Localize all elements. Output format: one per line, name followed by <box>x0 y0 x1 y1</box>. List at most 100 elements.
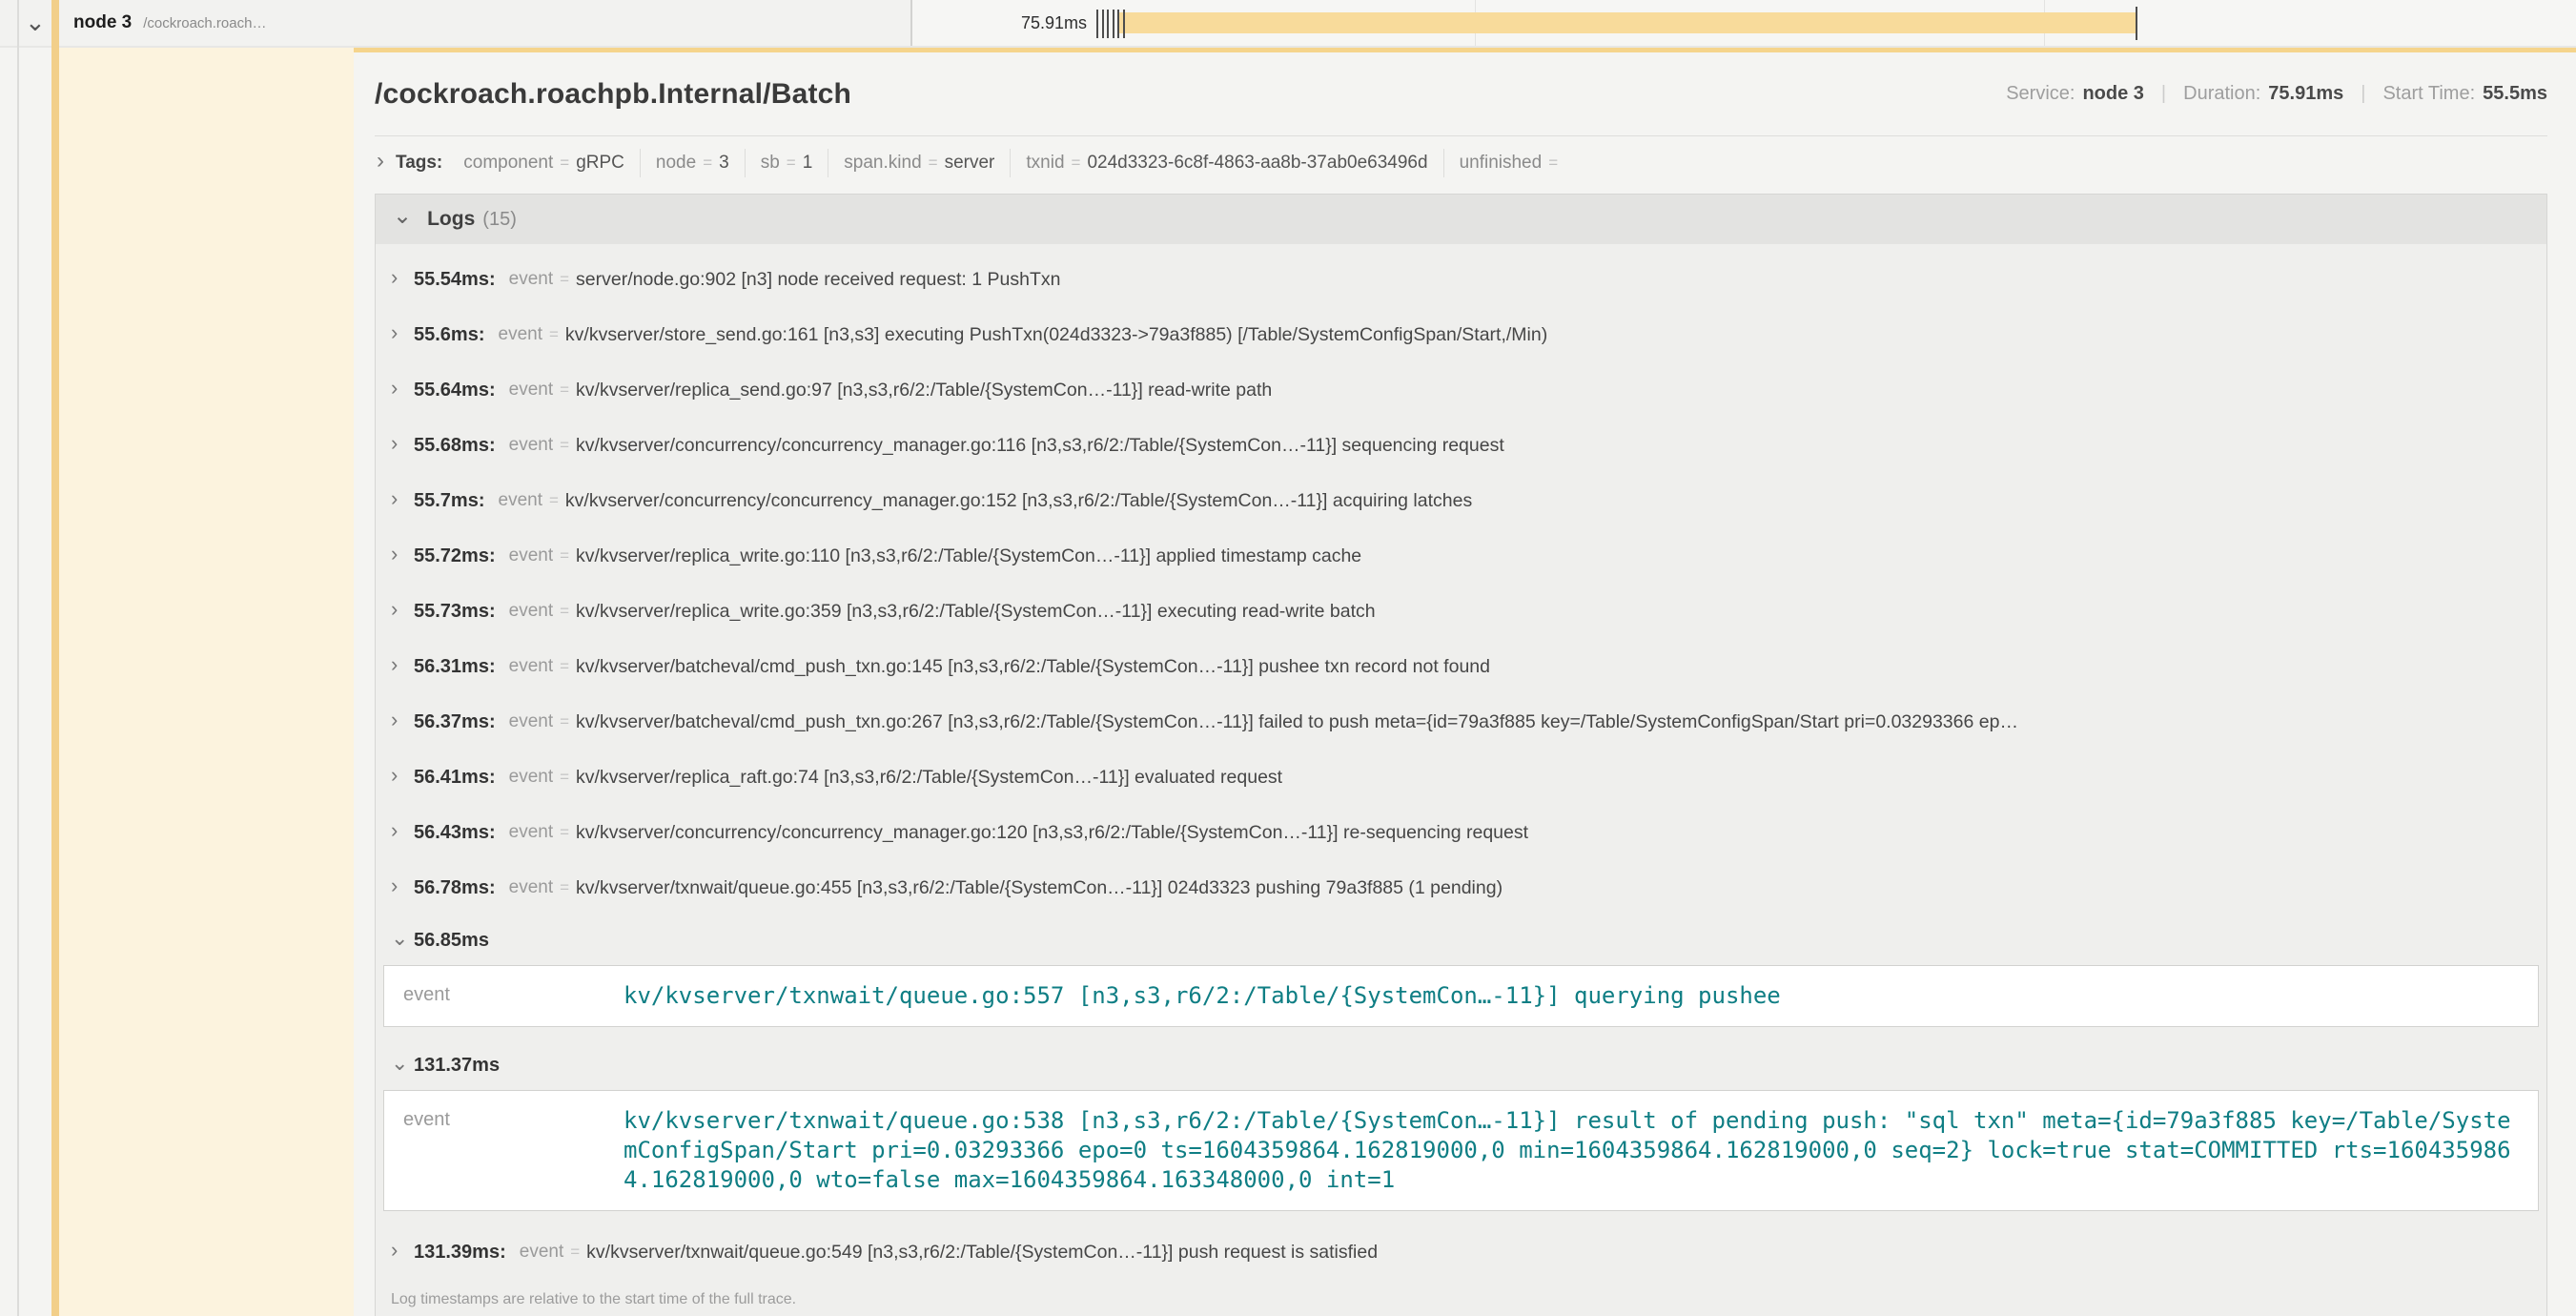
log-keyvalue-table: eventkv/kvserver/txnwait/queue.go:538 [n… <box>383 1090 2539 1211</box>
log-timestamp: 55.64ms: <box>414 380 496 401</box>
log-equals: = <box>549 491 559 510</box>
tree-indent-guide <box>17 0 19 1316</box>
tag-item[interactable]: node=3 <box>641 149 746 177</box>
log-field-key: event <box>499 490 542 511</box>
start-time-value: 55.5ms <box>2483 83 2547 105</box>
tags-label: Tags: <box>396 153 442 174</box>
log-row-expanded-header[interactable]: ⌄56.85ms <box>376 915 2546 965</box>
tag-equals: = <box>1072 154 1081 173</box>
tag-key: node <box>656 153 696 174</box>
log-row[interactable]: ›56.31ms:event=kv/kvserver/batcheval/cmd… <box>376 639 2546 694</box>
log-row[interactable]: ›56.41ms:event=kv/kvserver/replica_raft.… <box>376 750 2546 805</box>
log-field-value: server/node.go:902 [n3] node received re… <box>576 269 2546 291</box>
log-marker-tick <box>1123 10 1125 38</box>
logs-title: Logs <box>427 208 475 231</box>
tag-item[interactable]: sb=1 <box>746 149 829 177</box>
log-field-key: event <box>403 1106 624 1195</box>
span-meta: Service: node 3 | Duration: 75.91ms | St… <box>2006 83 2547 105</box>
tag-item[interactable]: component=gRPC <box>448 149 641 177</box>
log-equals: = <box>560 546 569 565</box>
chevron-right-icon: › <box>391 378 414 399</box>
log-marker-tick <box>1113 10 1114 38</box>
span-name[interactable]: node 3 /cockroach.roach… <box>73 0 266 46</box>
log-row[interactable]: ›55.7ms:event=kv/kvserver/concurrency/co… <box>376 473 2546 528</box>
log-field-key: event <box>520 1242 563 1263</box>
log-timestamp: 56.41ms: <box>414 767 496 789</box>
tag-value: server <box>945 153 995 174</box>
chevron-right-icon: › <box>391 875 414 896</box>
log-field-key: event <box>403 981 624 1011</box>
log-equals: = <box>560 436 569 455</box>
log-timestamp: 55.6ms: <box>414 324 485 346</box>
log-row-expanded-header[interactable]: ⌄131.37ms <box>376 1040 2546 1090</box>
log-row[interactable]: ›55.68ms:event=kv/kvserver/concurrency/c… <box>376 418 2546 473</box>
log-equals: = <box>560 878 569 897</box>
log-timestamp: 55.68ms: <box>414 435 496 457</box>
log-field-value: kv/kvserver/batcheval/cmd_push_txn.go:14… <box>576 656 2546 678</box>
tag-item[interactable]: span.kind = server <box>828 149 1011 177</box>
span-duration-bar[interactable] <box>1117 12 2136 33</box>
logs-accordion-header[interactable]: ⌄ Logs (15) <box>376 195 2546 244</box>
log-field-value: kv/kvserver/replica_send.go:97 [n3,s3,r6… <box>576 380 2546 401</box>
log-timestamp: 56.85ms <box>414 930 489 952</box>
tag-list: component=gRPCnode=3sb=1span.kind=server… <box>448 149 1580 177</box>
logs-count: (15) <box>482 209 517 231</box>
tag-equals: = <box>703 154 712 173</box>
log-equals: = <box>549 325 559 344</box>
tag-equals: = <box>560 154 569 173</box>
logs-list: › 55.54ms: event = server/node.go:902 [n3] n… <box>376 244 2546 1280</box>
log-field-value: kv/kvserver/concurrency/concurrency_mana… <box>576 435 2546 457</box>
log-equals: = <box>570 1243 580 1262</box>
log-equals: = <box>560 270 569 289</box>
collapse-span-chevron-icon[interactable]: ⌄ <box>25 8 46 37</box>
log-equals: = <box>560 602 569 621</box>
log-row[interactable]: ›55.54ms:event=server/node.go:902 [n3] n… <box>376 252 2546 307</box>
log-row[interactable]: ›55.64ms: event = kv/kvserver/replica_send.… <box>376 362 2546 418</box>
log-field-key: event <box>509 656 553 677</box>
meta-separator: | <box>2361 83 2365 105</box>
log-field-value: kv/kvserver/txnwait/queue.go:557 [n3,s3,… <box>624 981 2519 1011</box>
span-detail-header: /cockroach.roachpb.Internal/Batch Servic… <box>375 52 2547 136</box>
log-row[interactable]: ›55.73ms:event=kv/kvserver/replica_write… <box>376 584 2546 639</box>
tag-key: span.kind <box>844 153 921 174</box>
selected-span-row-highlight <box>59 48 354 1316</box>
log-field-key: event <box>509 380 553 401</box>
chevron-right-icon: › <box>391 488 414 509</box>
log-row[interactable]: ›56.37ms:event=kv/kvserver/batcheval/cmd… <box>376 694 2546 750</box>
tag-value: 1 <box>803 153 813 174</box>
span-timeline-row[interactable]: ⌄ node 3 /cockroach.roach… 75.91ms <box>0 0 2576 48</box>
tag-equals: = <box>1548 154 1558 173</box>
log-equals: = <box>560 768 569 787</box>
chevron-right-icon: › <box>391 599 414 620</box>
log-field-key: event <box>509 545 553 566</box>
log-equals: = <box>560 380 569 400</box>
span-operation-name: /cockroach.roach… <box>143 15 266 31</box>
log-field-key: event <box>509 711 553 732</box>
log-timestamp: 56.37ms: <box>414 711 496 733</box>
log-row[interactable]: ›55.6ms:event=kv/kvserver/store_send.go:… <box>376 307 2546 362</box>
log-row[interactable]: ›56.78ms:event=kv/kvserver/txnwait/queue… <box>376 860 2546 915</box>
log-field-value: kv/kvserver/replica_write.go:359 [n3,s3,… <box>576 601 2546 623</box>
log-equals: = <box>560 823 569 842</box>
log-marker-tick <box>1102 10 1104 38</box>
tag-item[interactable]: txnid = 024d3323-6c8f-4863-aa8b-37ab0e6349… <box>1011 149 1443 177</box>
log-field-value: kv/kvserver/concurrency/concurrency_mana… <box>565 490 2546 512</box>
log-timestamp: 56.31ms: <box>414 656 496 678</box>
chevron-right-icon: › <box>391 654 414 675</box>
tags-accordion[interactable]: › Tags: component=gRPCnode=3sb=1span.kin… <box>375 136 2547 190</box>
log-timestamp: 55.72ms: <box>414 545 496 567</box>
log-timestamp: 55.54ms: <box>414 269 496 291</box>
log-row[interactable]: ›131.39ms:event=kv/kvserver/txnwait/queu… <box>376 1224 2546 1280</box>
chevron-right-icon: › <box>391 433 414 454</box>
tag-value: 024d3323-6c8f-4863-aa8b-37ab0e63496d <box>1087 153 1427 174</box>
chevron-right-icon: › <box>391 709 414 730</box>
tag-equals: = <box>929 154 938 173</box>
tag-key: txnid <box>1026 153 1064 174</box>
tag-equals: = <box>787 154 796 173</box>
log-row[interactable]: ›56.43ms:event=kv/kvserver/concurrency/c… <box>376 805 2546 860</box>
log-marker-tick <box>1117 10 1119 38</box>
tag-item[interactable]: unfinished= <box>1444 149 1581 177</box>
log-marker-tick <box>1096 10 1098 38</box>
service-label: Service: <box>2006 83 2075 105</box>
log-row[interactable]: ›55.72ms:event=kv/kvserver/replica_write… <box>376 528 2546 584</box>
